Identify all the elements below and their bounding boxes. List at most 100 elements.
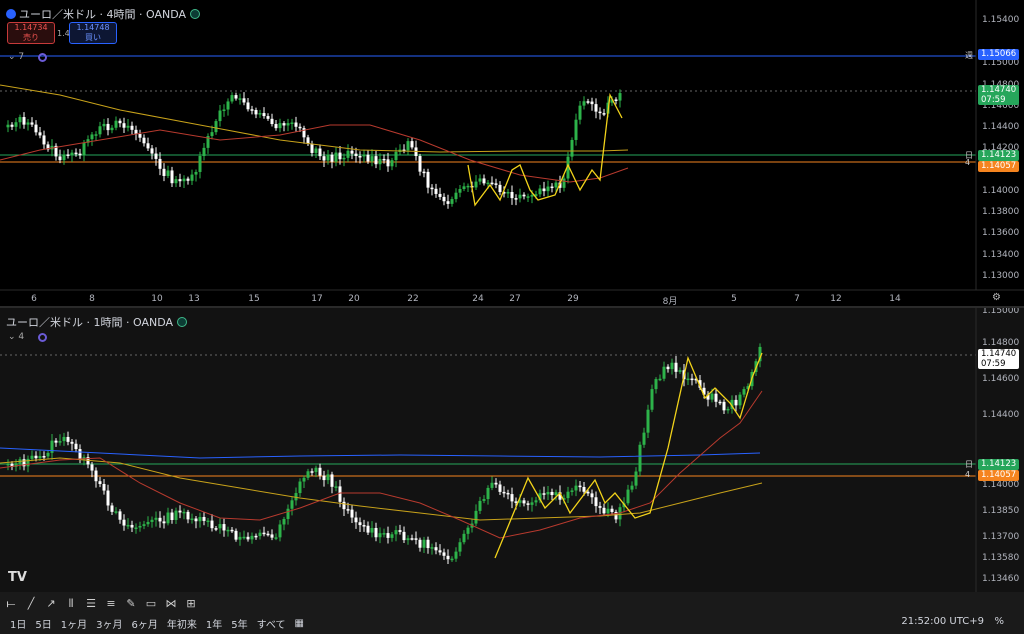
candle-body bbox=[158, 158, 162, 169]
candle-body bbox=[266, 116, 270, 119]
indicators-toggle[interactable]: ⌄ 4 bbox=[8, 332, 24, 342]
candle-body bbox=[278, 524, 282, 538]
candle-body bbox=[178, 179, 182, 182]
chart-canvas-1h[interactable] bbox=[0, 308, 1024, 592]
candle-body bbox=[210, 132, 214, 137]
candle-body bbox=[334, 486, 338, 488]
candle-body bbox=[490, 182, 494, 185]
bar-countdown: 07:59 bbox=[981, 359, 1006, 369]
rectangle-icon[interactable]: ▭ bbox=[144, 597, 158, 611]
pitchfork-icon[interactable]: ⫴ bbox=[64, 597, 78, 611]
candle-body bbox=[430, 547, 434, 549]
candle-body bbox=[30, 455, 34, 459]
range-button-8[interactable]: すべて bbox=[257, 616, 286, 631]
candle-body bbox=[374, 156, 378, 165]
candle-body bbox=[410, 141, 414, 148]
candle-body bbox=[110, 505, 114, 512]
candle-body bbox=[314, 148, 318, 153]
candle-body bbox=[562, 178, 566, 188]
candle-body bbox=[14, 122, 18, 127]
candle-body bbox=[722, 401, 726, 411]
candle-body bbox=[214, 121, 218, 133]
candle-body bbox=[70, 152, 74, 156]
candle-body bbox=[590, 493, 594, 498]
range-button-5[interactable]: 年初来 bbox=[167, 616, 197, 631]
candle-body bbox=[534, 500, 538, 503]
time-axis-label: 10 bbox=[151, 294, 163, 304]
trend-line-icon[interactable]: ╱ bbox=[24, 597, 38, 611]
buy-button[interactable]: 1.14748 買い bbox=[69, 22, 117, 44]
percent-scale-toggle[interactable]: % bbox=[994, 616, 1004, 627]
indicators-toggle[interactable]: ⌄ 7 bbox=[8, 52, 24, 62]
candle-body bbox=[718, 401, 722, 404]
chart-pane-4h[interactable]: ユーロ／米ドル · 4時間 · OANDA 1.14734 売り 1.4 1.1… bbox=[0, 0, 1024, 306]
candle-body bbox=[734, 399, 738, 406]
indicator-visibility-icon[interactable] bbox=[38, 53, 47, 62]
calendar-icon[interactable]: ▦ bbox=[295, 618, 304, 629]
time-axis-label: 20 bbox=[348, 294, 360, 304]
pattern-icon[interactable]: ⋈ bbox=[164, 597, 178, 611]
chart-canvas-4h[interactable] bbox=[0, 0, 1024, 306]
candle-body bbox=[626, 489, 630, 504]
candle-body bbox=[362, 525, 366, 527]
candle-body bbox=[122, 519, 126, 526]
candle-body bbox=[426, 171, 430, 188]
fib-extension-icon[interactable]: ≡ bbox=[104, 597, 118, 611]
candle-body bbox=[290, 122, 294, 125]
range-button-4[interactable]: 6ヶ月 bbox=[132, 616, 158, 631]
candle-body bbox=[530, 195, 534, 197]
candle-body bbox=[674, 362, 678, 372]
fib-retracement-icon[interactable]: ☰ bbox=[84, 597, 98, 611]
chart-pane-1h[interactable]: ユーロ／米ドル · 1時間 · OANDA ⌄ 4 1.15000 1.1480… bbox=[0, 308, 1024, 592]
indicator-visibility-icon[interactable] bbox=[38, 333, 47, 342]
candle-body bbox=[254, 109, 258, 115]
brush-icon[interactable]: ✎ bbox=[124, 597, 138, 611]
candle-body bbox=[522, 194, 526, 197]
candle-body bbox=[170, 170, 174, 184]
candle-body bbox=[106, 490, 110, 506]
candle-body bbox=[174, 510, 178, 520]
range-button-6[interactable]: 1年 bbox=[206, 616, 222, 631]
candle-body bbox=[614, 99, 618, 101]
symbol-title-1h[interactable]: ユーロ／米ドル · 1時間 · OANDA bbox=[6, 314, 187, 330]
candle-body bbox=[610, 508, 614, 512]
measure-icon[interactable]: ⊞ bbox=[184, 597, 198, 611]
candle-body bbox=[118, 511, 122, 520]
candle-body bbox=[90, 464, 94, 471]
range-button-2[interactable]: 1ヶ月 bbox=[61, 616, 87, 631]
candle-body bbox=[186, 178, 190, 181]
candle-body bbox=[346, 150, 350, 158]
candle-body bbox=[378, 533, 382, 538]
candle-body bbox=[314, 467, 318, 473]
candle-body bbox=[218, 110, 222, 122]
candle-body bbox=[638, 444, 642, 472]
candle-body bbox=[454, 192, 458, 200]
candle-body bbox=[38, 132, 42, 136]
horizontal-line-icon[interactable]: ⟝ bbox=[4, 597, 18, 611]
candle-body bbox=[554, 182, 558, 188]
candle-body bbox=[74, 443, 78, 450]
candle-body bbox=[242, 536, 246, 539]
candle-body bbox=[358, 522, 362, 526]
clock-display[interactable]: 21:52:00 UTC+9 bbox=[901, 616, 984, 627]
candle-body bbox=[230, 529, 234, 532]
candle-body bbox=[194, 171, 198, 175]
candle-body bbox=[426, 539, 430, 549]
sell-button[interactable]: 1.14734 売り bbox=[7, 22, 55, 44]
candle-body bbox=[446, 555, 450, 560]
candle-body bbox=[602, 507, 606, 514]
candle-body bbox=[526, 196, 530, 198]
candle-body bbox=[54, 440, 58, 443]
settings-gear-icon[interactable]: ⚙ bbox=[992, 292, 1001, 303]
ma-blue-line bbox=[0, 447, 761, 459]
candle-body bbox=[358, 156, 362, 158]
candle-body bbox=[238, 536, 242, 540]
range-button-3[interactable]: 3ヶ月 bbox=[96, 616, 122, 631]
symbol-title-4h[interactable]: ユーロ／米ドル · 4時間 · OANDA bbox=[6, 6, 200, 22]
ray-icon[interactable]: ↗ bbox=[44, 597, 58, 611]
range-button-7[interactable]: 5年 bbox=[231, 616, 247, 631]
candle-body bbox=[502, 491, 506, 494]
range-button-1[interactable]: 5日 bbox=[35, 616, 51, 631]
range-button-0[interactable]: 1日 bbox=[10, 616, 26, 631]
candle-body bbox=[322, 475, 326, 481]
